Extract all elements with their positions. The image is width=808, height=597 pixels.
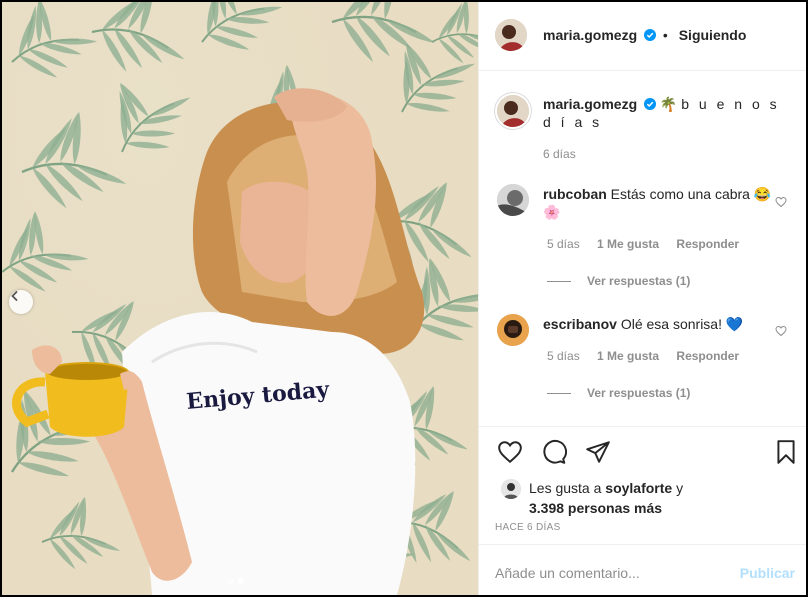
comment-username[interactable]: rubcoban	[543, 186, 607, 202]
comment-item: escribanov Olé esa sonrisa! 💙	[543, 315, 773, 333]
comment-time[interactable]: 5 días	[547, 349, 580, 363]
caption-username[interactable]: maria.gomezg	[543, 96, 637, 112]
comment-emoji: 💙	[725, 316, 744, 332]
comment-avatar-image	[497, 314, 529, 346]
view-replies-button[interactable]: Ver respuestas (1)	[547, 386, 690, 400]
author-username[interactable]: maria.gomezg	[543, 27, 637, 43]
add-comment-input[interactable]: Añade un comentario...	[495, 565, 640, 581]
caption-emoji: 🌴	[659, 96, 678, 112]
view-replies-button[interactable]: Ver respuestas (1)	[547, 274, 690, 288]
following-button[interactable]: Siguiendo	[679, 27, 747, 43]
post-header: maria.gomezg • Siguiendo	[479, 2, 806, 71]
comment-meta: 5 días 1 Me gusta Responder	[547, 349, 739, 363]
comment-reply-button[interactable]: Responder	[676, 237, 739, 251]
comment-likes[interactable]: 1 Me gusta	[597, 349, 659, 363]
view-replies-label: Ver respuestas (1)	[587, 274, 691, 288]
comment-avatar-image	[497, 184, 529, 216]
replies-divider	[547, 392, 571, 394]
author-avatar-image	[495, 19, 527, 51]
comment-avatar[interactable]	[497, 184, 529, 216]
share-paper-plane-icon[interactable]	[585, 439, 611, 465]
comment-like-heart-icon[interactable]	[775, 325, 787, 337]
carousel-prev-button[interactable]	[9, 290, 33, 314]
comment-reply-button[interactable]: Responder	[676, 349, 739, 363]
photo-illustration: Enjoy today	[2, 2, 478, 595]
liker-avatar-image	[501, 479, 521, 499]
comment-time[interactable]: 5 días	[547, 237, 580, 251]
post-side-panel: maria.gomezg • Siguiendo maria.gomezg 🌴 …	[478, 2, 806, 595]
caption-author-avatar[interactable]	[497, 95, 529, 127]
carousel-dot	[228, 578, 234, 584]
like-heart-icon[interactable]	[497, 439, 523, 465]
liker-username[interactable]: soylaforte	[605, 480, 672, 496]
caption-avatar-image	[497, 95, 529, 127]
carousel-indicator	[228, 578, 244, 584]
comment-text: Olé esa sonrisa!	[620, 316, 722, 332]
caption-timestamp[interactable]: 6 días	[543, 145, 793, 163]
comment-like-heart-icon[interactable]	[775, 196, 787, 208]
post-photo[interactable]: Enjoy today	[2, 2, 478, 595]
verified-badge-icon	[644, 29, 657, 41]
author-avatar[interactable]	[495, 19, 527, 51]
comment-text: Estás como una cabra	[610, 186, 750, 202]
comment-username[interactable]: escribanov	[543, 316, 617, 332]
replies-divider	[547, 280, 571, 282]
comment-avatar[interactable]	[497, 314, 529, 346]
comment-likes[interactable]: 1 Me gusta	[597, 237, 659, 251]
header-separator: •	[662, 27, 668, 43]
likes-count-button[interactable]: 3.398 personas más	[529, 500, 662, 516]
verified-badge-icon	[644, 98, 657, 110]
likes-summary: Les gusta a soylaforte y 3.398 personas …	[529, 478, 683, 518]
publish-button[interactable]: Publicar	[740, 565, 795, 581]
carousel-dot-active	[238, 578, 244, 584]
chevron-left-icon	[11, 291, 18, 301]
comment-meta: 5 días 1 Me gusta Responder	[547, 237, 739, 251]
comment-bubble-icon[interactable]	[541, 439, 567, 465]
save-bookmark-icon[interactable]	[773, 439, 799, 465]
post-dialog: Enjoy today maria.gomezg • Siguiendo mar…	[2, 2, 806, 595]
likes-conj: y	[676, 480, 684, 496]
add-comment-bar: Añade un comentario... Publicar	[479, 544, 806, 595]
liker-avatar[interactable]	[501, 479, 521, 499]
post-actions: Les gusta a soylaforte y 3.398 personas …	[479, 426, 806, 544]
comment-item: rubcoban Estás como una cabra 😂🌸	[543, 185, 773, 221]
likes-prefix: Les gusta a	[529, 480, 602, 496]
post-age[interactable]: HACE 6 DÍAS	[495, 522, 561, 533]
header-username-row: maria.gomezg • Siguiendo	[543, 27, 746, 43]
view-replies-label: Ver respuestas (1)	[587, 386, 691, 400]
post-caption: maria.gomezg 🌴 b u e n o s d í a s 6 día…	[543, 95, 793, 163]
